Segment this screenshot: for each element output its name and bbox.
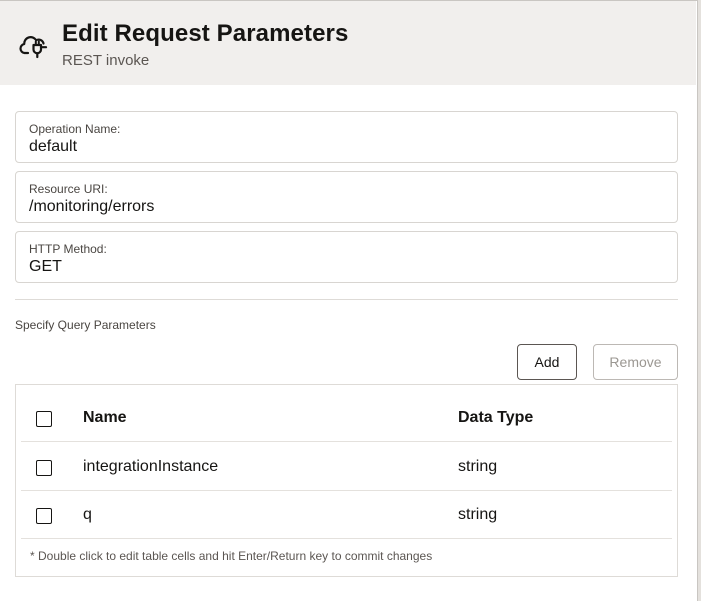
select-all-checkbox[interactable] <box>36 411 52 427</box>
query-parameters-table: Name Data Type integrationInstance strin… <box>15 384 678 577</box>
table-row[interactable]: q string <box>21 491 672 539</box>
row-checkbox[interactable] <box>36 460 52 476</box>
row-type-cell[interactable]: string <box>458 458 497 476</box>
query-parameters-heading: Specify Query Parameters <box>15 318 156 332</box>
row-name-cell[interactable]: q <box>83 506 92 524</box>
remove-button[interactable]: Remove <box>593 344 678 380</box>
add-button[interactable]: Add <box>517 344 577 380</box>
section-divider <box>15 299 678 300</box>
http-method-value: GET <box>29 258 62 275</box>
resource-uri-value: /monitoring/errors <box>29 198 155 215</box>
table-header-row: Name Data Type <box>21 394 672 442</box>
http-method-field[interactable]: HTTP Method: GET <box>15 231 678 283</box>
page-subtitle: REST invoke <box>62 52 150 69</box>
page-title: Edit Request Parameters <box>62 20 349 47</box>
table-row[interactable]: integrationInstance string <box>21 443 672 491</box>
table-footnote: * Double click to edit table cells and h… <box>30 549 433 563</box>
row-name-cell[interactable]: integrationInstance <box>83 458 218 476</box>
operation-name-label: Operation Name: <box>29 122 121 136</box>
operation-name-value: default <box>29 138 78 155</box>
resource-uri-label: Resource URI: <box>29 182 108 196</box>
column-header-name[interactable]: Name <box>83 409 127 427</box>
dialog-header: Edit Request Parameters REST invoke <box>0 1 696 85</box>
window-right-edge <box>697 0 701 601</box>
http-method-label: HTTP Method: <box>29 242 107 256</box>
row-checkbox[interactable] <box>36 508 52 524</box>
resource-uri-field[interactable]: Resource URI: /monitoring/errors <box>15 171 678 223</box>
cloud-plug-icon <box>19 36 48 59</box>
row-type-cell[interactable]: string <box>458 506 497 524</box>
column-header-data-type[interactable]: Data Type <box>458 409 533 427</box>
operation-name-field[interactable]: Operation Name: default <box>15 111 678 163</box>
